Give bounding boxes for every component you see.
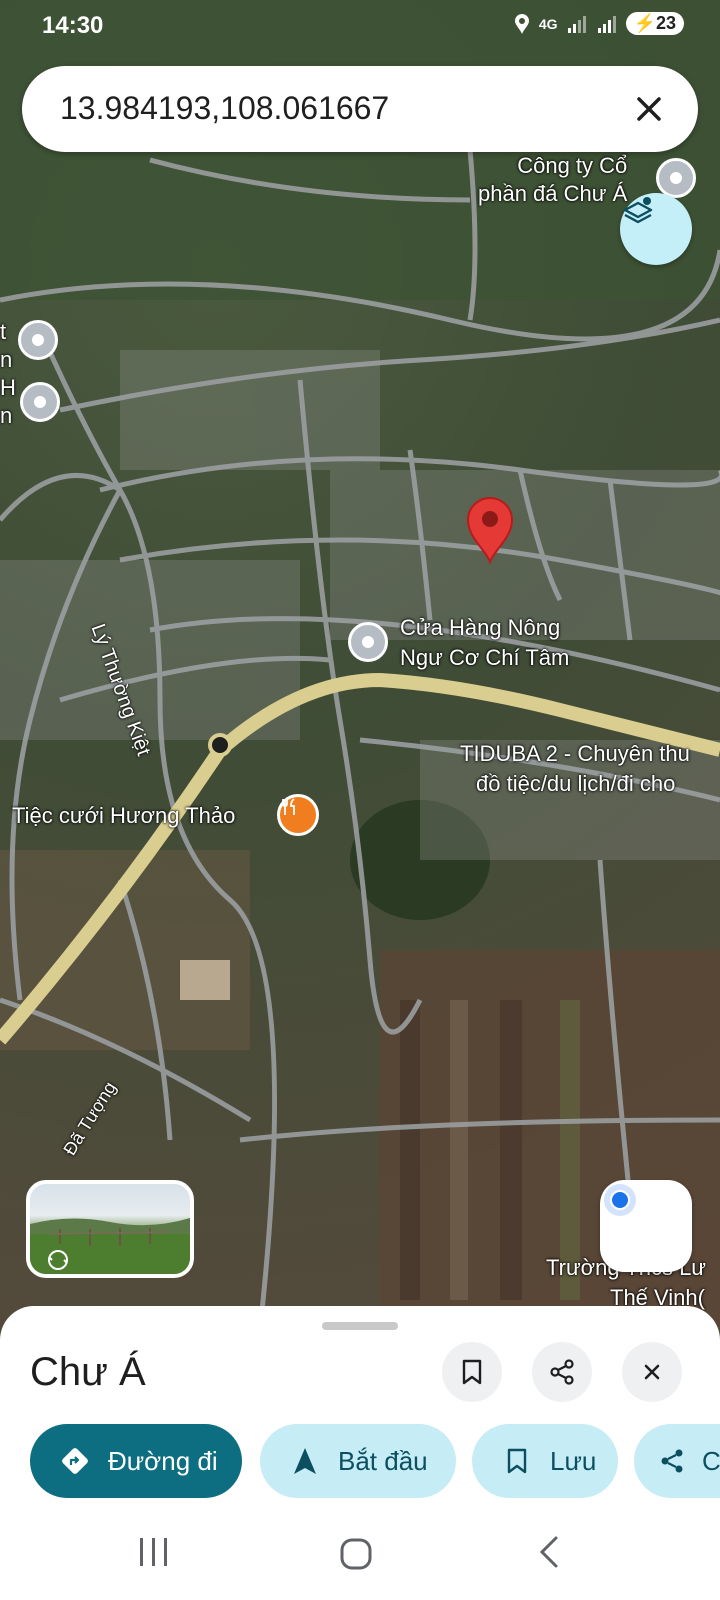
close-sheet-button[interactable] (622, 1342, 682, 1402)
start-label: Bắt đầu (338, 1445, 428, 1476)
poi-pin[interactable] (656, 158, 696, 198)
satellite-map[interactable]: Công ty Cổ phần đá Chư Á t n H n Cửa Hàn… (0, 0, 720, 1330)
navigation-arrow-icon (288, 1444, 322, 1478)
clear-search-button[interactable] (624, 84, 674, 134)
poi-label-partial: n (0, 347, 13, 372)
search-query[interactable]: 13.984193,108.061667 (60, 90, 389, 127)
close-icon (637, 97, 661, 121)
network-type: 4G (538, 15, 558, 32)
layers-button[interactable] (620, 193, 692, 265)
battery-indicator: ⚡23 (625, 12, 684, 35)
search-box[interactable]: 13.984193,108.061667 (22, 66, 698, 152)
street-view-thumbnail[interactable] (26, 1180, 194, 1278)
poi-label-partial: t (0, 319, 7, 344)
recent-apps-icon[interactable] (134, 1534, 174, 1570)
poi-label-partial: n (0, 403, 13, 428)
status-bar: 14:30 4G ⚡23 (0, 0, 720, 54)
save-button[interactable]: Lưu (472, 1424, 618, 1498)
location-icon (514, 13, 529, 34)
poi-label[interactable]: TIDUBA 2 - Chuyên thu (460, 740, 690, 768)
directions-button[interactable]: Đường đi (30, 1424, 242, 1498)
start-button[interactable]: Bắt đầu (260, 1424, 456, 1498)
bookmark-icon (500, 1444, 534, 1478)
layers-icon (623, 197, 653, 224)
poi-pin[interactable] (348, 622, 388, 662)
fork-knife-icon (282, 798, 295, 815)
share-label: C (702, 1445, 720, 1476)
save-label: Lưu (550, 1445, 597, 1476)
my-location-icon (604, 1184, 636, 1216)
share-button[interactable]: C (634, 1424, 720, 1498)
poi-label-partial: H (0, 375, 16, 400)
signal-icon (567, 15, 586, 33)
poi-label[interactable]: Công ty Cổ phần đá Chư Á (478, 152, 627, 208)
close-icon (644, 1364, 660, 1380)
save-icon-button[interactable] (442, 1342, 502, 1402)
my-location-button[interactable] (600, 1180, 692, 1272)
clock: 14:30 (42, 12, 104, 39)
poi-label[interactable]: Tiệc cưới Hương Thảo (12, 802, 235, 830)
share-icon (658, 1444, 686, 1478)
restaurant-pin[interactable] (277, 794, 319, 836)
poi-label[interactable]: đồ tiệc/du lịch/đi cho (476, 770, 675, 798)
share-icon-button[interactable] (532, 1342, 592, 1402)
poi-label[interactable]: Ngư Cơ Chí Tâm (400, 644, 569, 672)
home-icon[interactable] (336, 1534, 376, 1574)
system-navigation-bar (0, 1504, 720, 1600)
place-title: Chư Á (30, 1350, 146, 1394)
share-icon (550, 1359, 574, 1385)
directions-icon (58, 1444, 92, 1478)
directions-label: Đường đi (108, 1445, 218, 1476)
status-icons: 4G ⚡23 (513, 12, 684, 35)
drag-handle[interactable] (322, 1322, 398, 1330)
street-view-preview (30, 1218, 190, 1274)
signal-icon (597, 15, 616, 33)
battery-level: 23 (655, 13, 676, 33)
poi-pin[interactable] (18, 320, 58, 360)
selected-location-pin[interactable] (464, 494, 516, 564)
back-icon[interactable] (534, 1534, 564, 1570)
bookmark-icon (462, 1359, 482, 1385)
poi-pin[interactable] (20, 382, 60, 422)
poi-label[interactable]: Cửa Hàng Nông (400, 614, 560, 642)
